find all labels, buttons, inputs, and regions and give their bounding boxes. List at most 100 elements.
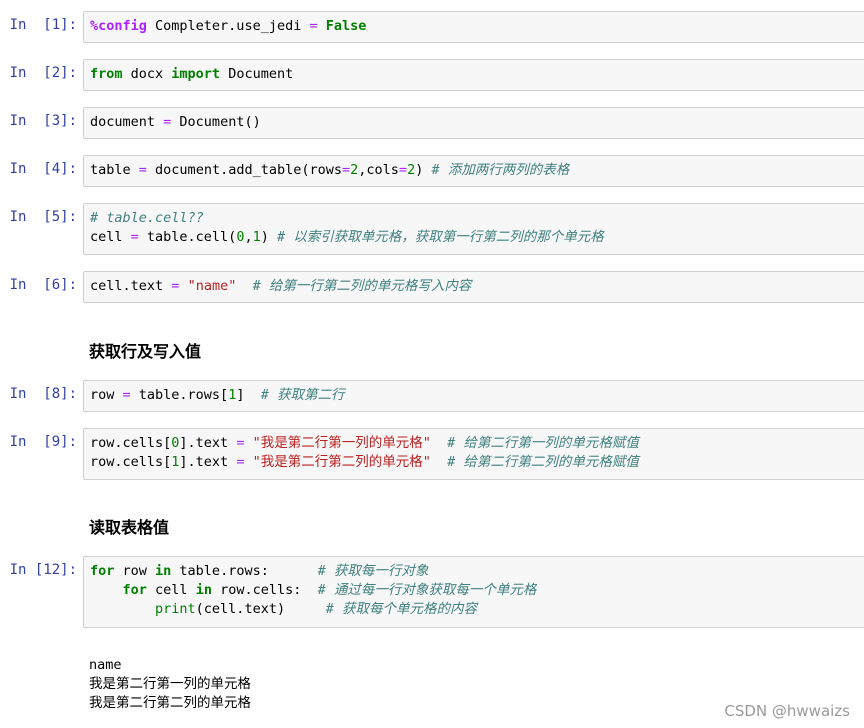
code-cell[interactable]: In [5]: # table.cell?? cell = table.cell(0… — [0, 203, 864, 255]
code-token: ) — [260, 229, 278, 245]
code-token: "我是第二行第二列的单元格" — [252, 454, 431, 470]
code-token: # table.cell?? — [90, 210, 204, 226]
code-line: cell.text = "name" # 给第一行第二列的单元格写入内容 — [90, 277, 864, 296]
code-token: = — [398, 162, 408, 178]
code-cell[interactable]: In [6]: cell.text = "name" # 给第一行第二列的单元格写… — [0, 271, 864, 303]
code-token: , — [244, 229, 253, 245]
code-line: for cell in row.cells: # 通过每一行对象获取每一个单元格 — [90, 581, 864, 600]
code-cell[interactable]: In [9]: row.cells[0].text = "我是第二行第一列的单元格… — [0, 428, 864, 480]
code-line: print(cell.text) # 获取每个单元格的内容 — [90, 600, 864, 619]
code-token: False — [325, 18, 367, 34]
code-cell[interactable]: In [1]: %config Completer.use_jedi = Fals… — [0, 11, 864, 43]
code-token: cell — [90, 229, 131, 245]
code-line: row.cells[0].text = "我是第二行第一列的单元格" # 给第二… — [90, 434, 864, 453]
code-token: row.cells[ — [90, 435, 172, 451]
code-text: %config Completer.use_jedi = False — [84, 12, 864, 36]
code-token: ) — [415, 162, 432, 178]
input-prompt: In [8]: — [9, 386, 77, 402]
code-token: # 给第二行第一列的单元格赋值 — [447, 435, 639, 451]
code-line: row = table.rows[1] # 获取第二行 — [90, 386, 864, 405]
code-line: document = Document() — [90, 113, 864, 132]
output-line: name — [89, 657, 122, 673]
code-token: # 给第二行第二列的单元格赋值 — [447, 454, 639, 470]
code-token: # 获取第二行 — [260, 387, 345, 403]
code-token: docx — [122, 66, 172, 82]
code-token: # 通过每一行对象获取每一个单元格 — [317, 582, 537, 598]
output-line: 我是第二行第一列的单元格 — [89, 676, 251, 692]
input-prompt: In [4]: — [9, 161, 77, 177]
code-token: ].text — [179, 435, 237, 451]
code-token: ,cols — [358, 162, 399, 178]
code-token: row.cells[ — [90, 454, 172, 470]
markdown-heading: 获取行及写入值 — [89, 342, 202, 361]
code-token: table.rows[ — [130, 387, 229, 403]
code-token: # 添加两行两列的表格 — [431, 162, 570, 178]
code-input-area[interactable]: table = document.add_table(rows=2,cols=2… — [83, 155, 864, 187]
code-token: cell — [146, 582, 196, 598]
code-text: for row in table.rows: # 获取每一行对象 for cel… — [84, 557, 864, 619]
input-prompt: In [12]: — [9, 562, 77, 578]
code-token: Document — [220, 66, 294, 82]
code-input-area[interactable]: row = table.rows[1] # 获取第二行 — [83, 380, 864, 412]
code-token: = — [130, 229, 139, 245]
code-token: %config — [90, 18, 147, 34]
code-token: document.add_table(rows — [146, 162, 342, 178]
code-line: %config Completer.use_jedi = False — [90, 17, 864, 36]
code-token: Completer.use_jedi — [146, 18, 310, 34]
code-token: table.cell( — [138, 229, 237, 245]
code-input-area[interactable]: from docx import Document — [83, 59, 864, 91]
input-prompt: In [1]: — [9, 17, 77, 33]
input-prompt: In [5]: — [9, 209, 77, 225]
code-token: = — [138, 162, 147, 178]
code-text: table = document.add_table(rows=2,cols=2… — [84, 156, 864, 180]
code-token: 1 — [252, 229, 261, 245]
code-line: from docx import Document — [90, 65, 864, 84]
input-prompt: In [2]: — [9, 65, 77, 81]
code-line: cell = table.cell(0,1) # 以索引获取单元格，获取第一行第… — [90, 228, 864, 247]
output-line: 我是第二行第二列的单元格 — [89, 695, 251, 711]
code-input-area[interactable]: %config Completer.use_jedi = False — [83, 11, 864, 43]
code-line: table = document.add_table(rows=2,cols=2… — [90, 161, 864, 180]
input-prompt: In [3]: — [9, 113, 77, 129]
code-text: # table.cell?? cell = table.cell(0,1) # 以… — [84, 204, 864, 247]
code-token: row — [114, 563, 156, 579]
code-token: cell.text — [90, 278, 172, 294]
code-token: ] — [236, 387, 261, 403]
code-token: # 获取每一行对象 — [317, 563, 429, 579]
code-cell[interactable]: In [4]: table = document.add_table(rows=2… — [0, 155, 864, 187]
cell-output: name 我是第二行第一列的单元格 我是第二行第二列的单元格 — [89, 656, 251, 713]
code-cell[interactable]: In [2]: from docx import Document — [0, 59, 864, 91]
code-token: # 获取每个单元格的内容 — [325, 601, 477, 617]
code-input-area[interactable]: for row in table.rows: # 获取每一行对象 for cel… — [83, 556, 864, 628]
code-input-area[interactable]: # table.cell?? cell = table.cell(0,1) # 以… — [83, 203, 864, 255]
code-token: row — [90, 387, 123, 403]
code-token: "name" — [187, 278, 237, 294]
input-prompt: In [9]: — [9, 434, 77, 450]
code-token: = — [122, 387, 131, 403]
code-token: in — [155, 563, 172, 579]
input-prompt: In [6]: — [9, 277, 77, 293]
code-text: document = Document() — [84, 108, 864, 132]
code-input-area[interactable]: document = Document() — [83, 107, 864, 139]
code-token: ].text — [179, 454, 237, 470]
code-token: table.rows: — [171, 563, 318, 579]
code-line: for row in table.rows: # 获取每一行对象 — [90, 562, 864, 581]
code-token: from — [90, 66, 123, 82]
code-cell[interactable]: In [8]: row = table.rows[1] # 获取第二行 — [0, 380, 864, 412]
code-cell[interactable]: In [3]: document = Document() — [0, 107, 864, 139]
code-input-area[interactable]: row.cells[0].text = "我是第二行第一列的单元格" # 给第二… — [83, 428, 864, 480]
code-cell[interactable]: In [12]: for row in table.rows: # 获取每一行对象… — [0, 556, 864, 628]
code-token: table — [90, 162, 139, 178]
code-token: for — [122, 582, 147, 598]
code-text: row = table.rows[1] # 获取第二行 — [84, 381, 864, 405]
code-text: row.cells[0].text = "我是第二行第一列的单元格" # 给第二… — [84, 429, 864, 472]
code-token: document — [90, 114, 164, 130]
code-text: from docx import Document — [84, 60, 864, 84]
code-line: # table.cell?? — [90, 209, 864, 228]
code-input-area[interactable]: cell.text = "name" # 给第一行第二列的单元格写入内容 — [83, 271, 864, 303]
code-token: in — [195, 582, 212, 598]
